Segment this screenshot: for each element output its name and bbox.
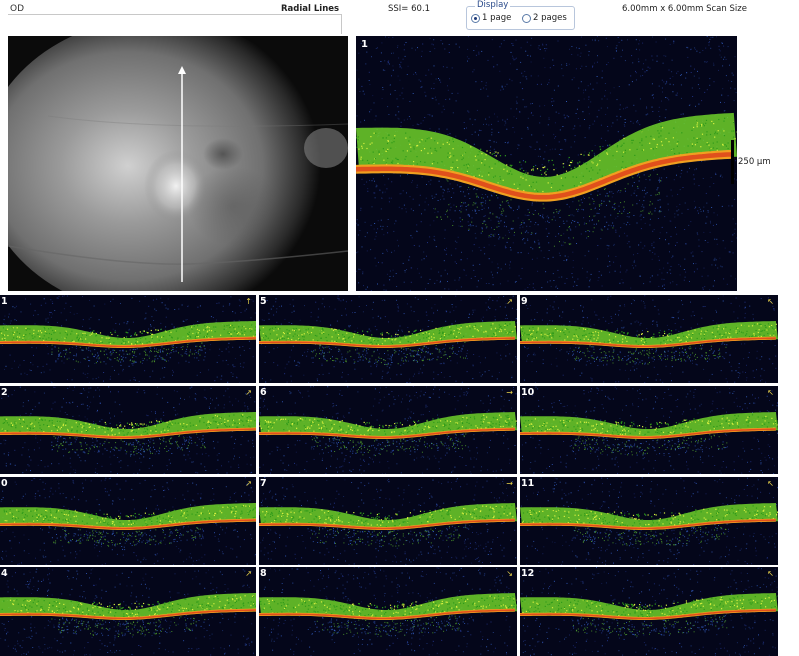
thumbnail-number: 2 [1,387,8,398]
thumbnail-oct-svg [0,386,256,474]
thumbnail-number: 11 [521,478,535,489]
scan-direction-arrow-icon: ↗ [506,297,513,306]
radial-scan-thumbnail[interactable]: 7 → [259,477,517,565]
thumbnail-oct-svg [259,386,517,474]
thumbnail-number: 9 [521,296,528,307]
scan-direction-arrow-icon: ↖ [767,569,774,578]
thumbnail-number: 7 [260,478,267,489]
radial-scan-thumbnail[interactable]: 2 ↗ [0,386,256,474]
main-oct-scan[interactable]: 1 [356,36,737,291]
radial-scan-thumbnail[interactable]: 9 ↖ [520,295,778,383]
eye-label: OD [10,4,25,14]
top-header: OD Radial Lines SSI= 60.1 Display 1 page… [0,0,799,34]
scan-direction-arrow-icon: ↗ [245,388,252,397]
fundus-svg [8,36,348,291]
thumbnail-number: 12 [521,568,535,579]
panel-frame-top [8,14,342,15]
thumbnail-number: 4 [1,568,8,579]
thumbnail-oct-svg [0,477,256,565]
panel-frame-right [341,14,342,34]
thumbnail-number: 8 [260,568,267,579]
scan-direction-arrow-icon: ↗ [245,569,252,578]
radial-scan-thumbnail[interactable]: 12 ↖ [520,567,778,656]
radial-scan-thumbnail[interactable]: 10 ↖ [520,386,778,474]
scan-direction-arrow-icon: ↖ [767,479,774,488]
thumbnail-number: 10 [521,387,535,398]
scan-direction-arrow-icon: ↖ [767,297,774,306]
radio-unchecked-icon[interactable] [522,13,531,23]
thumbnail-oct-svg [259,477,517,565]
thumbnail-number: 6 [260,387,267,398]
thumbnail-number: 0 [1,478,8,489]
thumbnail-number: 5 [260,296,267,307]
thumbnail-oct-svg [520,295,778,383]
scale-bar-label: 250 µm [738,157,771,167]
radial-scan-thumbnail[interactable]: 11 ↖ [520,477,778,565]
main-oct-svg [356,36,737,291]
display-option-group: Display 1 page 2 pages [466,0,575,30]
scan-direction-arrow-icon: ↑ [245,297,252,306]
display-2-pages-label: 2 pages [533,13,567,23]
radial-scan-thumbnail[interactable]: 0 ↗ [0,477,256,565]
display-1-page-label: 1 page [482,13,512,23]
thumbnail-oct-svg [259,295,517,383]
fundus-image[interactable] [8,36,348,291]
scan-direction-arrow-icon: → [506,479,513,488]
thumbnail-oct-svg [520,477,778,565]
thumbnail-oct-svg [0,295,256,383]
radial-scan-thumbnail[interactable]: 4 ↗ [0,567,256,656]
radial-scan-thumbnail[interactable]: 1 ↑ [0,295,256,383]
scan-direction-arrow-icon: ↖ [767,388,774,397]
radial-scan-thumbnail[interactable]: 5 ↗ [259,295,517,383]
scan-direction-arrow-icon: ↘ [506,569,513,578]
main-scan-number: 1 [361,39,368,50]
thumbnail-oct-svg [520,386,778,474]
scan-direction-arrow-icon: → [506,388,513,397]
signal-strength-index: SSI= 60.1 [388,4,431,14]
scan-type-label: Radial Lines [281,4,340,14]
thumbnail-number: 1 [1,296,8,307]
display-group-label: Display [475,0,511,10]
radial-scan-thumbnail[interactable]: 6 → [259,386,517,474]
thumbnail-oct-svg [259,567,517,656]
thumbnail-oct-svg [520,567,778,656]
display-1-page-radio[interactable]: 1 page [471,13,511,23]
radio-checked-icon[interactable] [471,13,480,23]
scale-bar [731,140,734,184]
thumbnail-oct-svg [0,568,256,656]
scan-size-label: 6.00mm x 6.00mm Scan Size [622,4,747,14]
scan-direction-arrow-icon: ↗ [245,479,252,488]
display-2-pages-radio[interactable]: 2 pages [522,13,567,23]
radial-scan-thumbnails: 1 ↑ 2 ↗ 0 ↗ 4 ↗ 5 ↗ 6 → 7 → 8 ↘ 9 ↖ 10 ↖ 11 ↖ 12 ↖ [0,295,799,656]
radial-scan-thumbnail[interactable]: 8 ↘ [259,567,517,656]
